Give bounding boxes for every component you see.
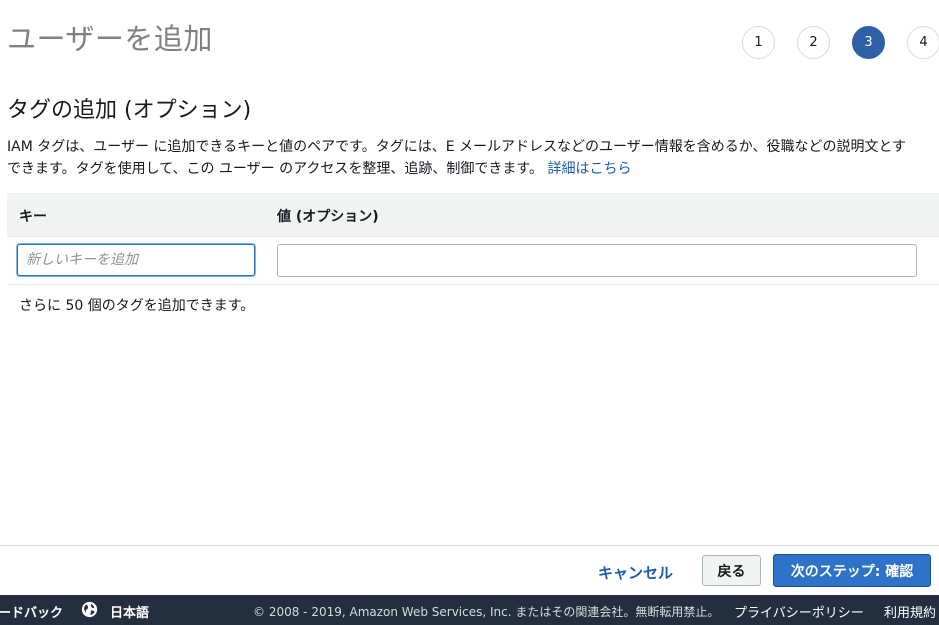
value-column-header: 値 (オプション) bbox=[277, 209, 379, 225]
description-line-2-text: できます。タグを使用して、この ユーザー のアクセスを整理、追跡、制御できます。 bbox=[7, 161, 543, 177]
step-2[interactable]: 2 bbox=[797, 26, 830, 59]
remaining-tags-text: さらに 50 個のタグを追加できます。 bbox=[19, 298, 255, 314]
learn-more-link[interactable]: 詳細はこちら bbox=[547, 161, 631, 177]
tags-table: キー 値 (オプション) bbox=[7, 193, 939, 285]
console-footer: ードバック 日本語 © 2008 - 2019, Amazon Web Serv… bbox=[0, 595, 939, 625]
description-line-2: できます。タグを使用して、この ユーザー のアクセスを整理、追跡、制御できます。… bbox=[7, 158, 939, 180]
step-4[interactable]: 4 bbox=[907, 26, 939, 59]
key-column-header: キー bbox=[19, 209, 47, 225]
section-title: タグの追加 (オプション) bbox=[7, 98, 252, 123]
copyright-text: © 2008 - 2019, Amazon Web Services, Inc.… bbox=[253, 605, 720, 619]
wizard-steps: 1 2 3 4 bbox=[742, 26, 939, 59]
step-1[interactable]: 1 bbox=[742, 26, 775, 59]
globe-icon bbox=[81, 601, 98, 618]
privacy-policy-link[interactable]: プライバシーポリシー bbox=[734, 602, 864, 621]
page-title: ユーザーを追加 bbox=[7, 22, 213, 56]
feedback-link[interactable]: ードバック bbox=[0, 602, 63, 621]
key-input[interactable] bbox=[17, 244, 255, 276]
step-3-active[interactable]: 3 bbox=[852, 26, 885, 59]
description: IAM タグは、ユーザー に追加できるキーと値のペアです。タグには、E メールア… bbox=[7, 136, 939, 180]
terms-link[interactable]: 利用規約 bbox=[884, 602, 936, 621]
value-input[interactable] bbox=[277, 244, 917, 277]
wizard-actions: キャンセル 戻る 次のステップ: 確認 bbox=[0, 545, 939, 595]
cancel-button[interactable]: キャンセル bbox=[598, 562, 673, 583]
back-button[interactable]: 戻る bbox=[702, 555, 761, 586]
next-step-review-button[interactable]: 次のステップ: 確認 bbox=[773, 554, 931, 587]
table-header: キー 値 (オプション) bbox=[7, 193, 939, 237]
description-line-1: IAM タグは、ユーザー に追加できるキーと値のペアです。タグには、E メールア… bbox=[7, 139, 907, 155]
language-selector[interactable]: 日本語 bbox=[110, 602, 149, 621]
table-row bbox=[7, 237, 939, 285]
